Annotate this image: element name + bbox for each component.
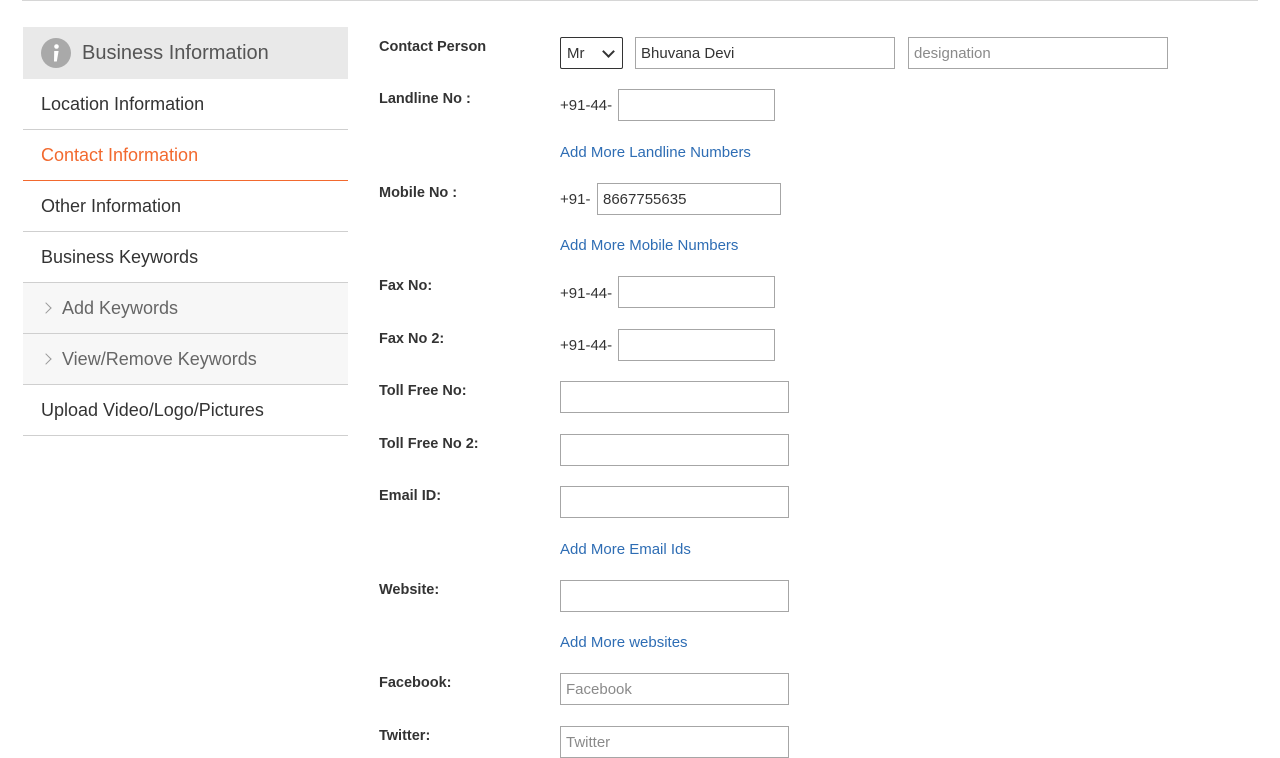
info-icon	[41, 38, 71, 68]
sidebar-item-add-keywords[interactable]: Add Keywords	[23, 283, 348, 334]
fax2-label: Fax No 2:	[379, 331, 445, 347]
fax-label: Fax No:	[379, 278, 433, 294]
twitter-input[interactable]	[560, 726, 789, 758]
sidebar-item-view-remove-keywords[interactable]: View/Remove Keywords	[23, 334, 348, 385]
sidebar-header: Business Information	[23, 27, 348, 79]
add-more-email-link[interactable]: Add More Email Ids	[560, 541, 691, 558]
tollfree-label: Toll Free No:	[379, 383, 467, 399]
sidebar-title: Business Information	[82, 41, 269, 64]
email-input[interactable]	[560, 486, 789, 518]
mobile-input[interactable]	[597, 183, 781, 215]
tollfree2-input[interactable]	[560, 434, 789, 466]
sidebar-item-upload-media[interactable]: Upload Video/Logo/Pictures	[23, 385, 348, 436]
sidebar-item-location-information[interactable]: Location Information	[23, 79, 348, 130]
chevron-right-icon	[40, 353, 52, 365]
landline-prefix: +91-44-	[560, 97, 613, 114]
add-more-mobile-link[interactable]: Add More Mobile Numbers	[560, 237, 738, 254]
sidebar-item-label: View/Remove Keywords	[62, 348, 257, 369]
landline-label: Landline No :	[379, 91, 471, 107]
landline-input[interactable]	[618, 89, 775, 121]
chevron-right-icon	[40, 302, 52, 314]
contact-person-label: Contact Person	[379, 39, 487, 55]
tollfree2-label: Toll Free No 2:	[379, 436, 479, 452]
fax2-prefix: +91-44-	[560, 337, 613, 354]
sidebar-item-contact-information[interactable]: Contact Information	[23, 130, 348, 181]
mobile-label: Mobile No :	[379, 185, 458, 201]
add-more-websites-link[interactable]: Add More websites	[560, 634, 688, 651]
fax-prefix: +91-44-	[560, 285, 613, 302]
sidebar-item-label: Add Keywords	[62, 297, 179, 318]
sidebar-nav: Business Information Location Informatio…	[23, 27, 348, 436]
title-select-value: Mr	[567, 44, 585, 62]
fax2-input[interactable]	[618, 329, 775, 361]
twitter-label: Twitter:	[379, 728, 431, 744]
email-label: Email ID:	[379, 488, 442, 504]
contact-form: Contact Person Mr Landline No : +91-44- …	[379, 0, 1259, 758]
title-select[interactable]: Mr	[560, 37, 623, 69]
chevron-down-icon	[602, 45, 615, 58]
fax-input[interactable]	[618, 276, 775, 308]
add-more-landline-link[interactable]: Add More Landline Numbers	[560, 144, 751, 161]
sidebar-item-other-information[interactable]: Other Information	[23, 181, 348, 232]
facebook-input[interactable]	[560, 673, 789, 705]
contact-name-input[interactable]	[635, 37, 895, 69]
sidebar-item-business-keywords[interactable]: Business Keywords	[23, 232, 348, 283]
website-input[interactable]	[560, 580, 789, 612]
website-label: Website:	[379, 582, 440, 598]
facebook-label: Facebook:	[379, 675, 452, 691]
mobile-prefix: +91-	[560, 191, 591, 208]
designation-input[interactable]	[908, 37, 1168, 69]
tollfree-input[interactable]	[560, 381, 789, 413]
